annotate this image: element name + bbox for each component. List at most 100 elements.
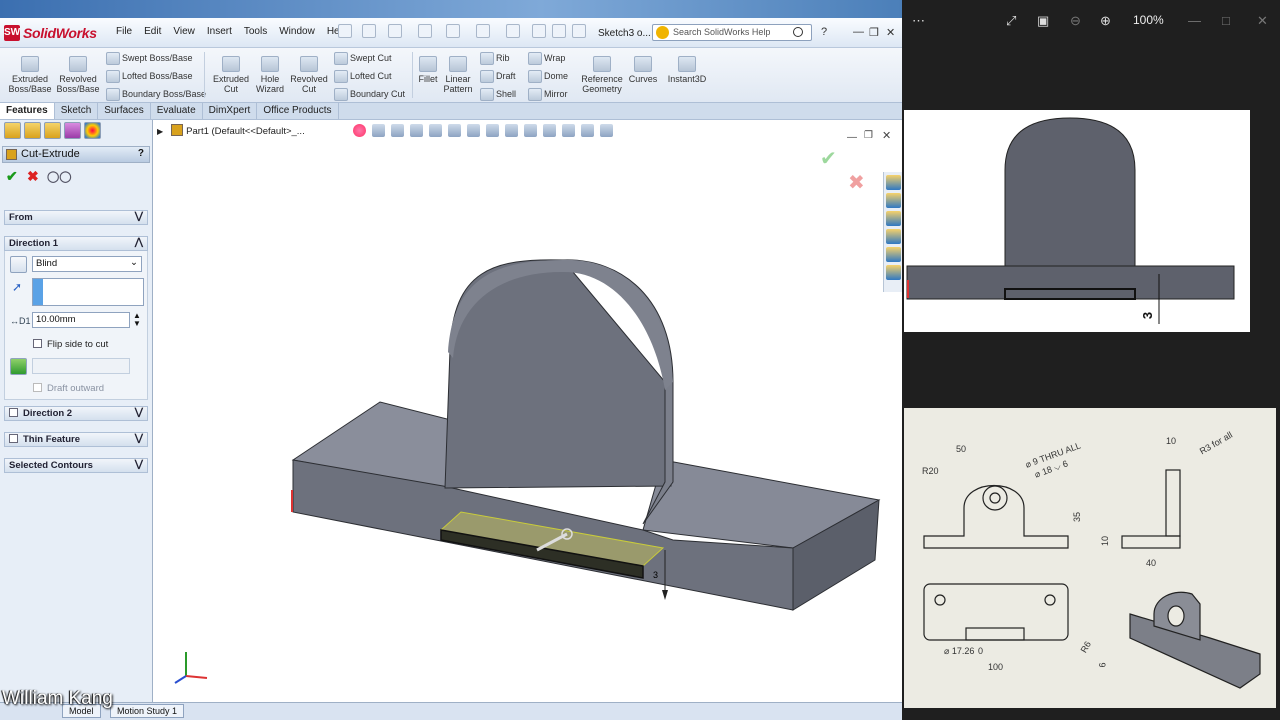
fit-screen-icon[interactable]: ▣ [1037, 13, 1049, 29]
open-icon[interactable] [388, 24, 402, 38]
menu-file[interactable]: File [110, 26, 138, 37]
thin-feature-group[interactable]: Thin Feature ⋁ [4, 432, 148, 447]
preview-icon[interactable]: ◯◯ [47, 170, 72, 183]
restore-button[interactable]: ❐ [869, 26, 879, 39]
boundary-boss-button[interactable]: Boundary Boss/Base [106, 88, 206, 101]
property-manager-icon[interactable] [24, 122, 41, 139]
solidworks-logo[interactable]: SW SolidWorks [4, 23, 97, 43]
save-icon[interactable] [418, 24, 432, 38]
lofted-boss-button[interactable]: Lofted Boss/Base [106, 70, 193, 83]
revolved-cut-button[interactable]: Revolved Cut [288, 56, 330, 94]
draft-icon[interactable] [10, 358, 27, 375]
revolved-boss-button[interactable]: Revolved Boss/Base [56, 56, 100, 94]
options-icon[interactable] [572, 24, 586, 38]
tab-motion-study[interactable]: Motion Study 1 [110, 704, 185, 718]
menu-tools[interactable]: Tools [238, 26, 273, 37]
undo-icon[interactable] [476, 24, 490, 38]
front-view-outline [923, 485, 1069, 549]
extruded-cut-button[interactable]: Extruded Cut [210, 56, 252, 94]
tab-dimxpert[interactable]: DimXpert [203, 103, 258, 119]
fillet-icon [419, 56, 437, 72]
tab-office-products[interactable]: Office Products [257, 103, 339, 119]
dimxpert-manager-icon[interactable] [64, 122, 81, 139]
expand-icon[interactable]: ⤢ [1006, 13, 1016, 29]
depth-dimension-label[interactable]: 3 [653, 570, 658, 580]
draft-button[interactable]: Draft [480, 70, 516, 83]
tab-sketch[interactable]: Sketch [55, 103, 99, 119]
reverse-direction-icon[interactable] [10, 256, 27, 273]
tab-surfaces[interactable]: Surfaces [98, 103, 151, 119]
front-view-hole-outer [982, 485, 1008, 511]
help-button[interactable]: ? [138, 148, 144, 159]
boundary-cut-button[interactable]: Boundary Cut [334, 88, 405, 101]
print-icon[interactable] [446, 24, 460, 38]
end-condition-value: Blind [36, 258, 58, 269]
dome-button[interactable]: Dome [528, 70, 568, 83]
direction1-group[interactable]: Direction 1 ⋀ [4, 236, 148, 251]
mirror-button[interactable]: Mirror [528, 88, 568, 101]
search-icon[interactable] [793, 27, 803, 37]
zoom-in-icon[interactable]: ⊕ [1100, 13, 1111, 29]
direction-selection-box[interactable] [32, 278, 144, 306]
zoom-out-icon[interactable]: ⊖ [1070, 13, 1081, 29]
close-button[interactable]: ✕ [886, 26, 895, 39]
fillet-button[interactable]: Fillet [414, 56, 442, 84]
select-icon[interactable] [506, 24, 520, 38]
lofted-cut-button[interactable]: Lofted Cut [334, 70, 392, 83]
sketch-screenshot: 3 [904, 110, 1250, 332]
title-text: Cut-Extrude [21, 148, 80, 160]
swept-cut-button[interactable]: Swept Cut [334, 52, 392, 65]
3d-model[interactable] [153, 120, 902, 720]
hole-wizard-icon [261, 56, 279, 72]
from-label: From [9, 212, 33, 223]
more-options-icon[interactable]: ⋯ [912, 13, 925, 29]
curves-button[interactable]: Curves [626, 56, 660, 84]
flip-side-label: Flip side to cut [47, 339, 109, 350]
viewer-maximize-button[interactable]: □ [1222, 13, 1230, 28]
end-condition-select[interactable]: Blind ⌄ [32, 256, 142, 272]
extruded-boss-button[interactable]: Extruded Boss/Base [8, 56, 52, 94]
display-manager-icon[interactable] [84, 122, 101, 139]
new-document-icon[interactable] [362, 24, 376, 38]
linear-pattern-button[interactable]: Linear Pattern [440, 56, 476, 94]
help-search-input[interactable]: Search SolidWorks Help [652, 24, 812, 41]
sketch-dimension-label: 3 [1140, 311, 1156, 320]
direction2-group[interactable]: Direction 2 ⋁ [4, 406, 148, 421]
ok-check-icon[interactable]: ✔ [6, 168, 18, 185]
rib-button[interactable]: Rib [480, 52, 510, 65]
reference-geometry-button[interactable]: Reference Geometry [578, 56, 626, 94]
rebuild-icon[interactable] [532, 24, 546, 38]
from-group[interactable]: From ⋁ [4, 210, 148, 225]
chevron-down-icon: ⋁ [134, 433, 143, 444]
tab-evaluate[interactable]: Evaluate [151, 103, 203, 119]
cancel-x-icon[interactable]: ✖ [27, 168, 39, 185]
menu-window[interactable]: Window [273, 26, 321, 37]
menu-edit[interactable]: Edit [138, 26, 167, 37]
swept-boss-button[interactable]: Swept Boss/Base [106, 52, 193, 65]
depth-spinner[interactable]: ▲ ▼ [133, 312, 141, 328]
instant3d-button[interactable]: Instant3D [664, 56, 710, 84]
property-manager-title: Cut-Extrude ? [2, 146, 150, 163]
file-properties-icon[interactable] [552, 24, 566, 38]
feature-manager-icon[interactable] [4, 122, 21, 139]
tab-features[interactable]: Features [0, 103, 55, 119]
wrap-button[interactable]: Wrap [528, 52, 565, 65]
flip-side-checkbox[interactable]: Flip side to cut [33, 339, 108, 350]
shell-button[interactable]: Shell [480, 88, 516, 101]
configuration-manager-icon[interactable] [44, 122, 61, 139]
checkbox-icon[interactable] [9, 434, 18, 443]
graphics-area[interactable]: ▶ Part1 (Default<<Default>_... — ❐ ✕ ✔ ✖… [153, 120, 902, 720]
selected-contours-group[interactable]: Selected Contours ⋁ [4, 458, 148, 473]
depth-input[interactable]: 10.00mm [32, 312, 130, 328]
menu-view[interactable]: View [167, 26, 201, 37]
checkbox-icon[interactable] [9, 408, 18, 417]
minimize-button[interactable]: — [853, 26, 864, 38]
viewer-minimize-button[interactable]: — [1188, 13, 1201, 28]
help-question-icon[interactable]: ? [821, 26, 827, 38]
pin-icon[interactable] [338, 24, 352, 38]
hole-wizard-button[interactable]: Hole Wizard [252, 56, 288, 94]
viewer-close-button[interactable]: ✕ [1257, 13, 1268, 29]
linear-pattern-icon [449, 56, 467, 72]
manager-tabs [4, 122, 101, 139]
menu-insert[interactable]: Insert [201, 26, 238, 37]
